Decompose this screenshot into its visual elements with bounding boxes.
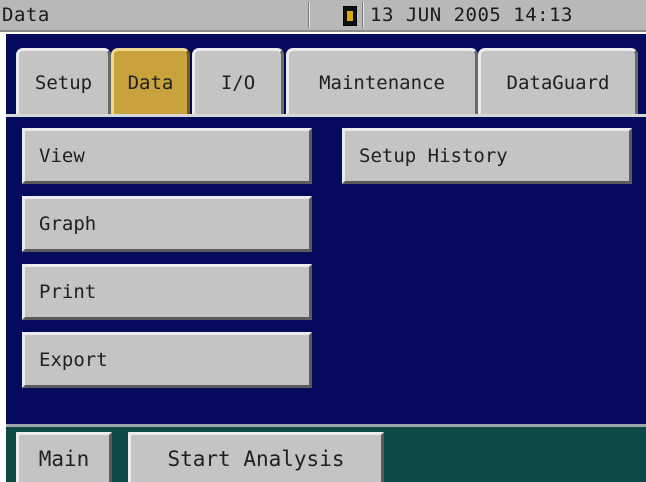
tab-label: Data bbox=[127, 71, 174, 94]
tab-label: DataGuard bbox=[506, 71, 610, 94]
button-label: Print bbox=[39, 281, 97, 303]
view-button[interactable]: View bbox=[22, 128, 312, 184]
start-analysis-button[interactable]: Start Analysis bbox=[128, 432, 384, 482]
graph-button[interactable]: Graph bbox=[22, 196, 312, 252]
status-bar: Data 13 JUN 2005 14:13 bbox=[0, 0, 646, 32]
date-time-display: 13 JUN 2005 14:13 bbox=[370, 4, 573, 26]
export-button[interactable]: Export bbox=[22, 332, 312, 388]
tab-dataguard[interactable]: DataGuard bbox=[478, 48, 638, 114]
tab-io[interactable]: I/O bbox=[192, 48, 284, 114]
tab-setup[interactable]: Setup bbox=[16, 48, 111, 114]
main-button[interactable]: Main bbox=[16, 432, 112, 482]
button-label: Export bbox=[39, 349, 108, 371]
setup-history-button[interactable]: Setup History bbox=[342, 128, 632, 184]
tab-strip-divider bbox=[6, 114, 646, 117]
instrument-screen: Data 13 JUN 2005 14:13 Setup Data I/O Ma… bbox=[0, 0, 646, 482]
screen-title: Data bbox=[2, 4, 50, 26]
button-label: View bbox=[39, 145, 85, 167]
tab-label: Setup bbox=[34, 71, 93, 94]
status-bar-divider bbox=[308, 2, 310, 28]
print-button[interactable]: Print bbox=[22, 264, 312, 320]
tab-data[interactable]: Data bbox=[111, 48, 190, 114]
status-bar-divider bbox=[362, 2, 364, 28]
status-indicator-icon bbox=[343, 6, 357, 26]
button-label: Graph bbox=[39, 213, 97, 235]
button-label: Start Analysis bbox=[167, 446, 345, 471]
tab-label: Maintenance bbox=[319, 71, 445, 94]
button-label: Main bbox=[38, 446, 90, 471]
tab-maintenance[interactable]: Maintenance bbox=[286, 48, 478, 114]
button-label: Setup History bbox=[359, 145, 508, 167]
tab-label: I/O bbox=[220, 71, 256, 94]
